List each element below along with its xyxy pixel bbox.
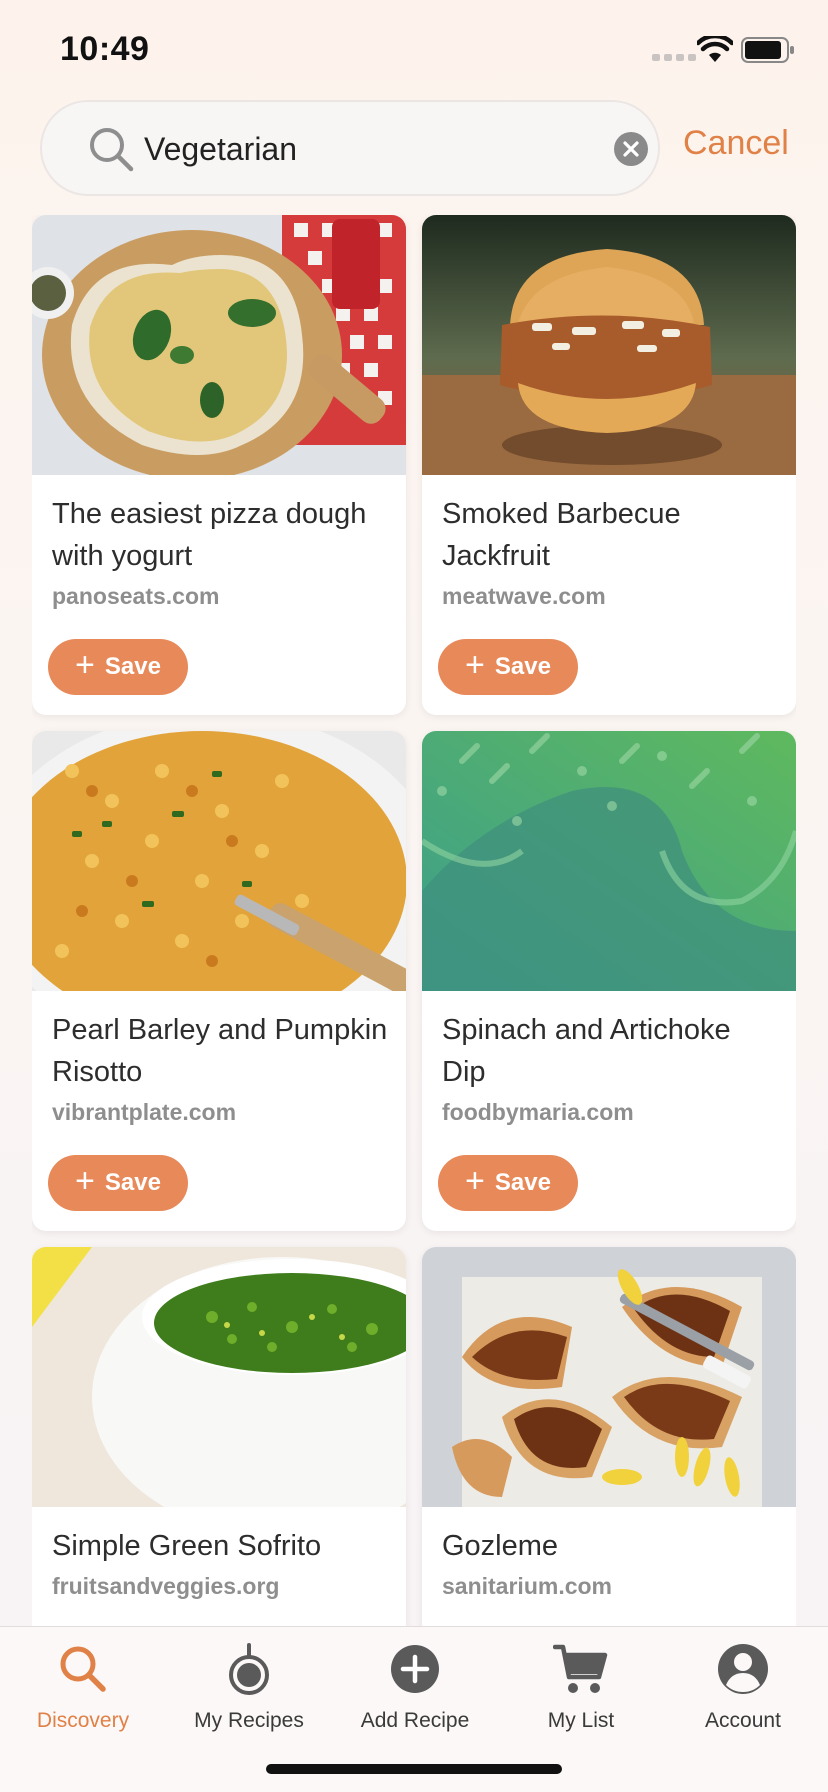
save-label: Save (104, 1169, 161, 1196)
tab-label: My Recipes (194, 1709, 304, 1732)
recipe-image-placeholder[interactable] (422, 731, 796, 991)
recipe-image-gozleme[interactable] (422, 1247, 796, 1507)
recipe-source: meatwave.com (442, 583, 606, 609)
recipe-title[interactable]: Smoked Barbecue Jackfruit (442, 493, 778, 577)
save-label: Save (494, 653, 551, 680)
recipe-image-jackfruit[interactable] (422, 215, 796, 475)
pot-icon (229, 1643, 269, 1695)
recipe-title[interactable]: Gozleme (442, 1525, 778, 1567)
recipe-source: vibrantplate.com (52, 1099, 237, 1125)
recipe-source: panoseats.com (52, 583, 220, 609)
cancel-button[interactable]: Cancel (683, 124, 789, 163)
plus-icon: + (465, 1162, 485, 1200)
account-icon (718, 1644, 768, 1694)
tab-add-recipe[interactable]: Add Recipe (332, 1641, 498, 1751)
tab-my-list[interactable]: My List (498, 1641, 664, 1751)
battery-icon (741, 37, 794, 63)
status-bar: 10:49 (0, 0, 828, 100)
home-indicator (266, 1764, 562, 1774)
recipe-card[interactable]: Simple Green Sofrito fruitsandveggies.or… (32, 1247, 406, 1627)
save-label: Save (494, 1169, 551, 1196)
recipe-card[interactable]: Gozleme sanitarium.com (422, 1247, 796, 1627)
search-bar[interactable] (40, 100, 660, 196)
recipe-card[interactable]: Spinach and Artichoke Dip foodbymaria.co… (422, 731, 796, 1231)
recipe-image-pizza[interactable] (32, 215, 406, 475)
recipe-image-sofrito[interactable] (32, 1247, 406, 1507)
recipe-card[interactable]: Pearl Barley and Pumpkin Risotto vibrant… (32, 731, 406, 1231)
search-input[interactable] (144, 124, 564, 174)
recipe-source: fruitsandveggies.org (52, 1573, 280, 1599)
recipe-source: sanitarium.com (442, 1573, 612, 1599)
tab-discovery[interactable]: Discovery (0, 1641, 166, 1751)
tab-my-recipes[interactable]: My Recipes (166, 1641, 332, 1751)
plus-icon: + (465, 646, 485, 684)
clear-search-icon[interactable] (614, 132, 648, 166)
recipe-grid: The easiest pizza dough with yogurt pano… (32, 215, 796, 1627)
recipe-image-risotto[interactable] (32, 731, 406, 991)
recipe-source: foodbymaria.com (442, 1099, 634, 1125)
search-icon (60, 1646, 106, 1692)
save-button[interactable]: + Save (438, 639, 578, 695)
search-icon (90, 128, 134, 172)
tab-label: My List (547, 1709, 615, 1732)
add-circle-icon (391, 1645, 439, 1693)
save-button[interactable]: + Save (438, 1155, 578, 1211)
cellular-signal-icon (652, 54, 696, 61)
recipe-card[interactable]: The easiest pizza dough with yogurt pano… (32, 215, 406, 715)
wifi-icon (697, 36, 733, 62)
tab-account[interactable]: Account (660, 1641, 826, 1751)
recipe-title[interactable]: The easiest pizza dough with yogurt (52, 493, 388, 577)
tab-label: Add Recipe (360, 1709, 470, 1732)
cart-icon (553, 1644, 608, 1693)
plus-icon: + (75, 1162, 95, 1200)
save-button[interactable]: + Save (48, 1155, 188, 1211)
plus-icon: + (75, 646, 95, 684)
recipe-title[interactable]: Spinach and Artichoke Dip (442, 1009, 778, 1093)
save-button[interactable]: + Save (48, 639, 188, 695)
tab-label: Discovery (36, 1709, 130, 1732)
recipe-title[interactable]: Pearl Barley and Pumpkin Risotto (52, 1009, 388, 1093)
save-label: Save (104, 653, 161, 680)
status-time: 10:49 (60, 30, 150, 68)
recipe-card[interactable]: Smoked Barbecue Jackfruit meatwave.com +… (422, 215, 796, 715)
tab-label: Account (705, 1709, 781, 1732)
recipe-title[interactable]: Simple Green Sofrito (52, 1525, 388, 1567)
